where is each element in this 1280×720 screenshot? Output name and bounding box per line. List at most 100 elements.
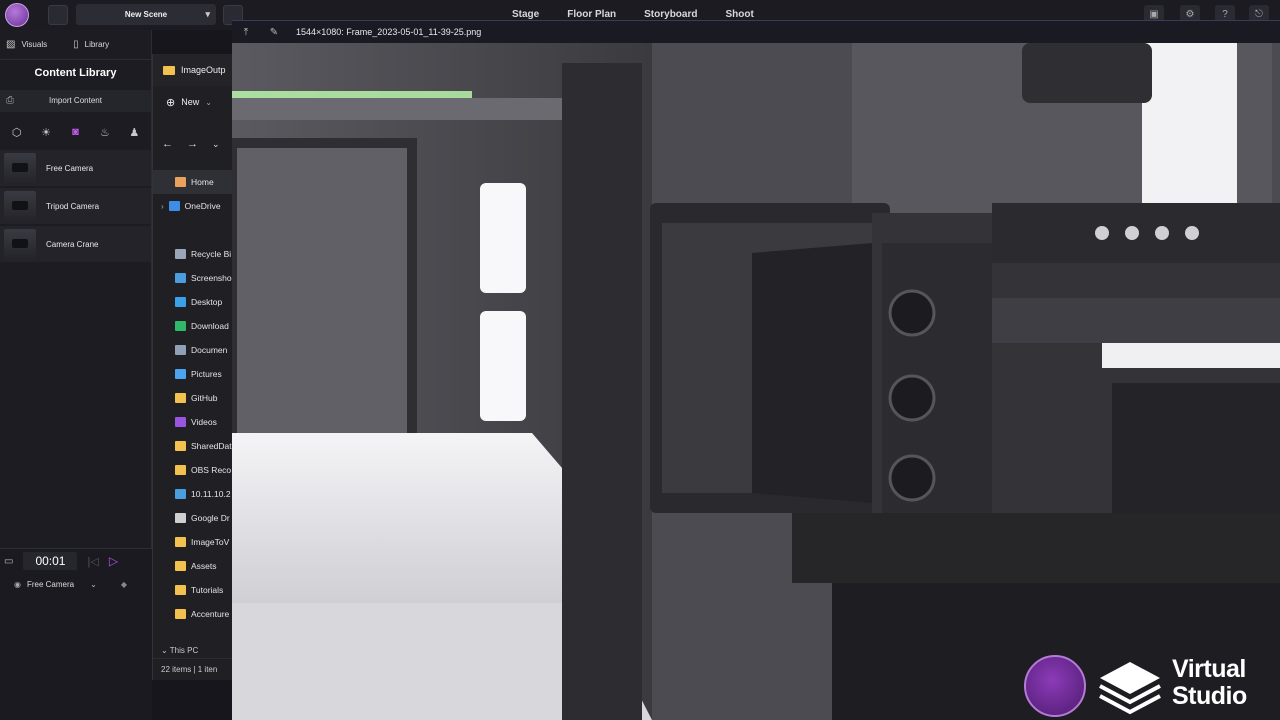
- image-icon: ▨: [6, 39, 16, 50]
- tree-item-label: Accenture: [191, 609, 230, 619]
- folder-icon: [175, 441, 186, 451]
- app-window: New Scene ▾ Stage Floor Plan Storyboard …: [0, 0, 1280, 720]
- picture-icon: [175, 369, 186, 379]
- pin-icon[interactable]: ✎: [260, 27, 288, 38]
- document-icon: [175, 345, 186, 355]
- timeline-track[interactable]: ◉ Free Camera ⌄ ◆: [0, 573, 152, 595]
- tree-item-home[interactable]: Home: [153, 170, 232, 194]
- timecode[interactable]: 00:01: [23, 552, 78, 570]
- timeline-header: ▭ 00:01 |◁ ▷: [0, 549, 152, 573]
- list-item-tripod-camera[interactable]: Tripod Camera: [0, 188, 151, 224]
- free-camera-thumbnail: [4, 153, 36, 183]
- collapse-up-icon[interactable]: ⤒: [232, 27, 260, 38]
- scene-select[interactable]: New Scene ▾: [76, 4, 216, 25]
- camera-icon[interactable]: ◙: [66, 126, 84, 138]
- list-item-label: Camera Crane: [46, 239, 99, 249]
- cube-icon[interactable]: ⬡: [8, 126, 26, 139]
- tree-item-label: Pictures: [191, 369, 222, 379]
- tree-item-google-drive[interactable]: Google Dr: [153, 506, 232, 530]
- image-viewer: ⤒ ✎ 1544×1080: Frame_2023-05-01_11-39-25…: [232, 20, 1280, 720]
- tree-item-obs-recordings[interactable]: OBS Reco: [153, 458, 232, 482]
- tree-item-accenture[interactable]: Accenture: [153, 602, 232, 626]
- frame-image-render: [232, 43, 1280, 720]
- tab-visuals-label: Visuals: [21, 40, 48, 49]
- app-watermark-logo-icon: [1024, 655, 1086, 717]
- tree-item-videos[interactable]: Videos: [153, 410, 232, 434]
- new-label: New: [181, 97, 200, 107]
- import-icon: ⎙: [6, 95, 14, 106]
- eye-icon[interactable]: ◉: [14, 580, 21, 589]
- virtual-studio-watermark: Virtual Studio: [1172, 656, 1247, 710]
- app-logo-icon[interactable]: [5, 3, 29, 27]
- save-icon[interactable]: [48, 5, 68, 25]
- list-item-camera-crane[interactable]: Camera Crane: [0, 226, 151, 262]
- import-content-button[interactable]: ⎙ Import Content: [0, 90, 151, 112]
- tree-item-github[interactable]: GitHub: [153, 386, 232, 410]
- drive-icon: [175, 513, 186, 523]
- previous-frame-icon[interactable]: |◁: [87, 555, 98, 568]
- tree-item-onedrive[interactable]: › OneDrive: [153, 194, 232, 218]
- tree-item-documents[interactable]: Documen: [153, 338, 232, 362]
- viewer-title: 1544×1080: Frame_2023-05-01_11-39-25.png: [296, 27, 482, 37]
- frame-image[interactable]: [232, 43, 1280, 720]
- chevron-down-icon[interactable]: ⌄: [212, 139, 220, 150]
- chevron-down-icon: ▾: [205, 9, 210, 19]
- left-panel-tabs: ▨ Visuals ▯ Library: [0, 30, 151, 60]
- chevron-right-icon[interactable]: ›: [161, 202, 164, 211]
- tab-visuals[interactable]: ▨ Visuals: [0, 30, 53, 60]
- light-icon[interactable]: ☀: [37, 126, 55, 139]
- tree-item-pictures[interactable]: Pictures: [153, 362, 232, 386]
- recycle-bin-icon: [175, 249, 186, 259]
- tree-item-recycle-bin[interactable]: Recycle Bi: [153, 242, 232, 266]
- folder-icon: [175, 585, 186, 595]
- character-icon[interactable]: ♟: [125, 126, 143, 139]
- back-arrow-icon[interactable]: ←: [162, 138, 173, 150]
- tree-item-imagetovideo[interactable]: ImageToV: [153, 530, 232, 554]
- tree-item-tutorials[interactable]: Tutorials: [153, 578, 232, 602]
- network-drive-icon: [175, 489, 186, 499]
- watermark-line1: Virtual: [1172, 655, 1246, 683]
- download-icon: [175, 321, 186, 331]
- tree-item-network-drive[interactable]: 10.11.10.2: [153, 482, 232, 506]
- explorer-nav: ← → ⌄: [153, 118, 232, 170]
- left-panel: ▨ Visuals ▯ Library Content Library ⎙ Im…: [0, 30, 152, 720]
- tree-item-label: SharedDat: [191, 441, 232, 451]
- tree-item-shareddata[interactable]: SharedDat: [153, 434, 232, 458]
- play-icon[interactable]: ▷: [109, 554, 118, 568]
- track-label: Free Camera: [26, 579, 75, 589]
- new-button[interactable]: ⊕ New ⌄: [153, 86, 232, 118]
- fire-icon[interactable]: ♨: [96, 126, 114, 139]
- viewer-title-bar: ⤒ ✎ 1544×1080: Frame_2023-05-01_11-39-25…: [232, 20, 1280, 43]
- watermark-line2: Studio: [1172, 682, 1247, 710]
- chevron-down-icon: ⌄: [205, 97, 212, 107]
- explorer-title: ImageOutp: [153, 54, 232, 86]
- camera-crane-thumbnail: [4, 229, 36, 259]
- tree-item-label: ImageToV: [191, 537, 230, 547]
- tree-item-assets[interactable]: Assets: [153, 554, 232, 578]
- folder-icon: [175, 393, 186, 403]
- tab-library[interactable]: ▯ Library: [67, 30, 115, 60]
- timeline-icon[interactable]: ▭: [4, 556, 13, 567]
- folder-icon: [175, 561, 186, 571]
- forward-arrow-icon[interactable]: →: [187, 138, 198, 150]
- keyframe-icon[interactable]: ◆: [121, 580, 127, 589]
- folder-icon: [175, 537, 186, 547]
- tree-item-label: Videos: [191, 417, 217, 427]
- list-item-free-camera[interactable]: Free Camera: [0, 150, 151, 186]
- tree-item-this-pc[interactable]: ⌄ This PC: [153, 646, 198, 656]
- tree-item-desktop[interactable]: Desktop: [153, 290, 232, 314]
- cloud-icon: [168, 201, 180, 211]
- video-icon: [175, 417, 186, 427]
- list-item-label: Free Camera: [46, 163, 94, 173]
- file-explorer: ImageOutp ⊕ New ⌄ ← → ⌄ Home › OneDrive R…: [152, 54, 233, 680]
- chevron-down-icon[interactable]: ⌄: [90, 580, 97, 589]
- book-icon: ▯: [73, 39, 79, 50]
- tree-item-downloads[interactable]: Download: [153, 314, 232, 338]
- tree-item-label: GitHub: [191, 393, 218, 403]
- tree-item-screenshots[interactable]: Screensho: [153, 266, 232, 290]
- tree-item-label: Google Dr: [191, 513, 230, 523]
- explorer-status-bar: 22 items | 1 iten: [153, 658, 233, 680]
- desktop-icon: [175, 297, 186, 307]
- tree-item-label: Screensho: [191, 273, 232, 283]
- home-icon: [175, 177, 186, 187]
